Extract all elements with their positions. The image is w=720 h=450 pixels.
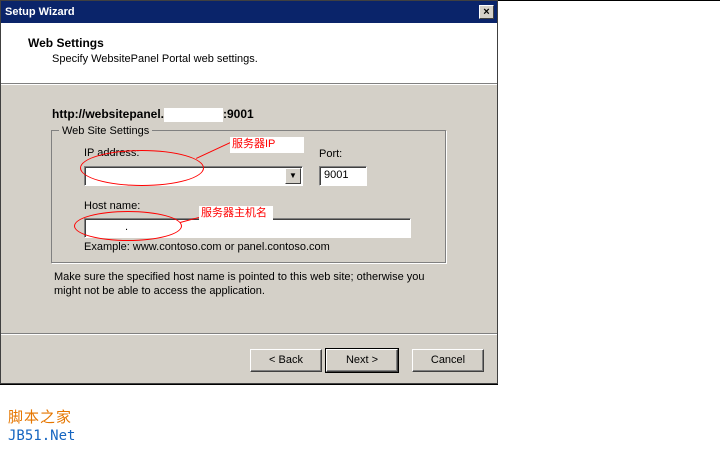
page-subtitle: Specify WebsitePanel Portal web settings…: [52, 53, 258, 65]
close-button[interactable]: ×: [479, 5, 494, 19]
redacted-block: [164, 107, 224, 122]
ip-annotation-label: 服务器IP: [230, 137, 304, 153]
cancel-button[interactable]: Cancel: [412, 349, 484, 372]
url-suffix: :9001: [223, 107, 254, 121]
host-highlight-ellipse: [74, 211, 182, 241]
watermark-text: 脚本之家: [8, 409, 73, 426]
port-label: Port:: [319, 148, 343, 160]
setup-wizard-dialog: Setup Wizard × Web Settings Specify Webs…: [0, 0, 498, 384]
window-title: Setup Wizard: [5, 6, 75, 18]
example-text: Example: www.contoso.com or panel.contos…: [84, 241, 330, 253]
host-name-note: Make sure the specified host name is poi…: [54, 271, 425, 297]
back-button[interactable]: < Back: [250, 349, 322, 372]
footer-divider: [1, 333, 497, 335]
background-divider: [0, 384, 498, 385]
ip-highlight-ellipse: [80, 150, 204, 186]
chevron-down-icon[interactable]: ▼: [285, 168, 301, 184]
url-prefix: http://websitepanel.: [52, 107, 165, 121]
header-divider: [1, 84, 497, 85]
port-input[interactable]: 9001: [319, 166, 367, 186]
close-icon: ×: [483, 6, 490, 18]
background-divider: [498, 0, 720, 1]
host-annotation-label: 服务器主机名: [199, 206, 273, 234]
next-button[interactable]: Next >: [325, 348, 399, 373]
watermark-url: JB51.Net: [8, 428, 76, 444]
wizard-header: Web Settings Specify WebsitePanel Portal…: [1, 23, 497, 84]
group-legend: Web Site Settings: [59, 125, 153, 137]
portal-url: http://websitepanel. :9001: [52, 107, 254, 122]
page-title: Web Settings: [28, 36, 104, 50]
title-bar[interactable]: Setup Wizard ×: [1, 1, 497, 23]
